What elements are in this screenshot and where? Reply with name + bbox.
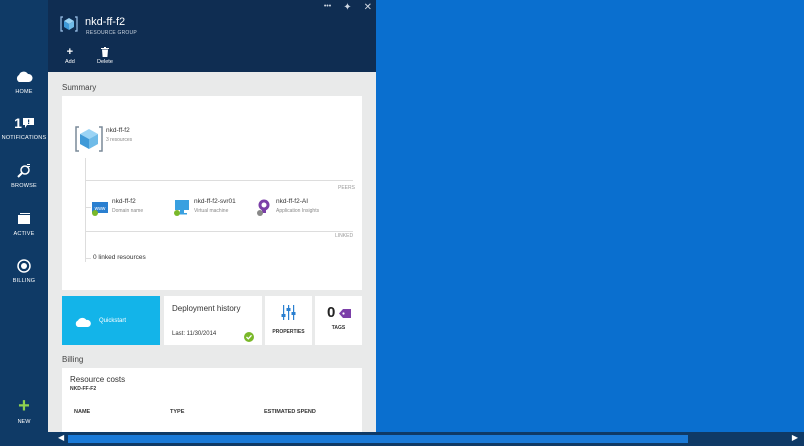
blade-title: nkd-ff-f2	[85, 16, 126, 28]
linked-label: LINKED	[335, 233, 354, 239]
scroll-right-arrow-icon[interactable]: ▶	[792, 433, 798, 442]
scrollbar-thumb[interactable]	[68, 435, 688, 443]
deployment-history-tile[interactable]: Deployment history Last: 11/30/2014	[164, 296, 262, 345]
add-icon: +	[66, 46, 74, 58]
resource-group-blade: nkd-ff-f2 RESOURCE GROUP ••• ✦ ✕ + Add D…	[48, 0, 376, 432]
peers-label: PEERS	[338, 185, 355, 191]
column-header-estimated-spend[interactable]: ESTIMATED SPEND	[264, 409, 316, 415]
notification-bubble-icon	[22, 118, 34, 128]
tags-tile[interactable]: 0 TAGS	[315, 296, 362, 345]
resource-item[interactable]: nkd-ff-f2-AI Application Insights	[257, 198, 347, 218]
linked-divider	[85, 231, 353, 232]
close-icon[interactable]: ✕	[364, 2, 372, 13]
resource-type: Application Insights	[276, 208, 320, 214]
more-icon[interactable]: •••	[324, 2, 331, 13]
summary-section-title: Summary	[62, 83, 97, 92]
linked-resources-count[interactable]: 0 linked resources	[93, 254, 146, 261]
quickstart-tile[interactable]: Quickstart	[62, 296, 160, 345]
resource-group-icon	[60, 15, 78, 33]
column-header-type[interactable]: TYPE	[170, 409, 184, 415]
horizontal-scrollbar[interactable]: ◀ ▶	[48, 432, 804, 446]
tree-connector	[85, 158, 86, 262]
blade-header: nkd-ff-f2 RESOURCE GROUP ••• ✦ ✕ + Add D…	[48, 0, 376, 72]
virtual-machine-icon	[174, 200, 190, 221]
billing-section-title: Billing	[62, 355, 84, 364]
nav-active[interactable]: ACTIVE	[0, 210, 48, 250]
peers-divider	[85, 180, 353, 181]
group-name[interactable]: nkd-ff-f2	[106, 127, 130, 134]
nav-new-label: NEW	[17, 419, 31, 425]
nav-new-button[interactable]: + NEW	[0, 396, 48, 434]
left-nav: HOME 1 NOTIFICATIONS BROWSE ACTIVE BILLI…	[0, 0, 48, 446]
tags-count: 0	[327, 304, 336, 321]
deployment-last-date: Last: 11/30/2014	[172, 331, 217, 337]
active-window-icon	[17, 210, 31, 228]
resource-costs-subtitle: NKD-FF-F2	[70, 386, 97, 392]
domain-name-icon: www	[92, 202, 108, 221]
branch-line	[85, 258, 91, 259]
trash-icon	[100, 47, 109, 59]
properties-tile[interactable]: PROPERTIES	[265, 296, 312, 345]
resource-item[interactable]: www nkd-ff-f2 Domain name	[91, 198, 166, 218]
resource-name: nkd-ff-f2-svr01	[194, 198, 236, 205]
quickstart-cloud-icon	[74, 315, 92, 333]
blade-window-controls: ••• ✦ ✕	[324, 2, 372, 13]
resource-type: Virtual machine	[194, 208, 229, 214]
delete-label: Delete	[97, 59, 113, 65]
deployment-history-title: Deployment history	[172, 304, 241, 313]
properties-sliders-icon	[281, 305, 296, 325]
delete-button[interactable]: Delete	[97, 47, 113, 65]
nav-browse-label: BROWSE	[11, 183, 37, 189]
billing-icon	[17, 257, 31, 275]
group-icon	[74, 124, 104, 159]
resource-type: Domain name	[112, 208, 144, 214]
group-resource-count: 3 resources	[106, 137, 133, 143]
nav-notifications-label: NOTIFICATIONS	[1, 135, 47, 141]
cloud-home-icon	[15, 68, 33, 86]
application-insights-icon	[257, 199, 271, 222]
resource-name: nkd-ff-f2-AI	[276, 198, 309, 205]
blade-subtitle: RESOURCE GROUP	[86, 30, 137, 36]
resource-costs-card[interactable]: Resource costs NKD-FF-F2	[62, 368, 362, 432]
success-check-icon	[244, 329, 254, 347]
add-label: Add	[65, 59, 75, 65]
nav-billing-label: BILLING	[12, 278, 36, 284]
pin-icon[interactable]: ✦	[343, 2, 351, 13]
plus-icon: +	[18, 395, 30, 417]
nav-notifications[interactable]: 1 NOTIFICATIONS	[0, 114, 48, 154]
nav-home[interactable]: HOME	[0, 68, 48, 108]
notifications-glyph: 1	[14, 114, 34, 132]
notifications-count: 1	[14, 115, 22, 131]
tag-icon	[339, 306, 351, 324]
tags-label: TAGS	[331, 325, 346, 331]
resource-name: nkd-ff-f2	[112, 198, 136, 205]
scroll-left-arrow-icon[interactable]: ◀	[58, 433, 64, 442]
add-button[interactable]: + Add	[65, 46, 75, 66]
nav-billing[interactable]: BILLING	[0, 257, 48, 297]
browse-icon	[17, 162, 31, 180]
nav-home-label: HOME	[15, 89, 33, 95]
nav-active-label: ACTIVE	[13, 231, 35, 237]
properties-label: PROPERTIES	[272, 329, 305, 335]
resource-item[interactable]: nkd-ff-f2-svr01 Virtual machine	[174, 198, 254, 218]
nav-browse[interactable]: BROWSE	[0, 162, 48, 202]
quickstart-label: Quickstart	[99, 318, 127, 324]
summary-card[interactable]: nkd-ff-f2 3 resources PEERS www nkd-ff-f…	[62, 96, 362, 290]
resource-costs-title: Resource costs	[70, 375, 126, 384]
column-header-name[interactable]: NAME	[74, 409, 90, 415]
